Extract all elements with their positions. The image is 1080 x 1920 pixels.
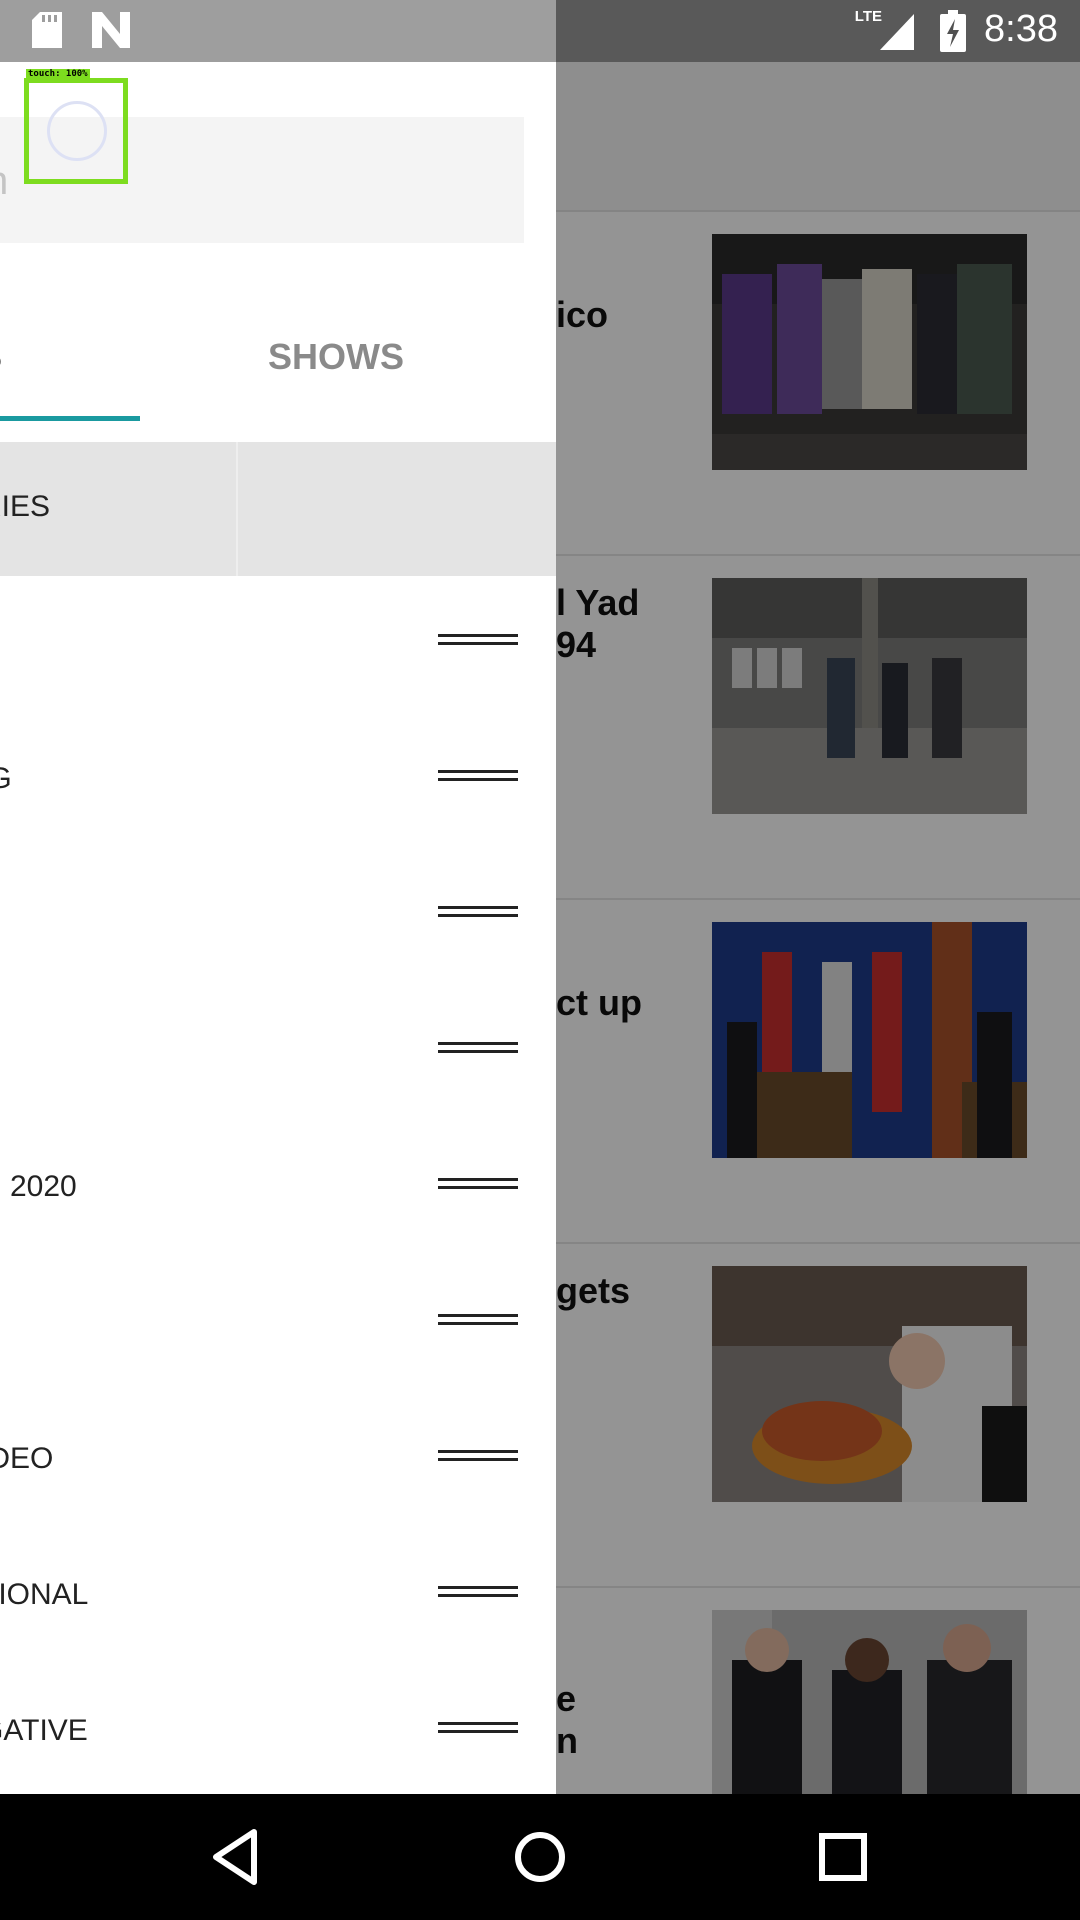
list-item[interactable]: N 2020 xyxy=(0,1120,556,1256)
section-header-label: RIES xyxy=(0,490,51,523)
back-icon[interactable] xyxy=(204,1824,270,1890)
touch-indicator xyxy=(24,78,128,184)
drag-handle-icon[interactable] xyxy=(438,1722,518,1736)
list-item[interactable] xyxy=(0,576,556,712)
system-nav-bar xyxy=(0,1794,1080,1920)
battery-charging-icon xyxy=(940,10,966,57)
drag-handle-icon[interactable] xyxy=(438,1178,518,1192)
status-bar-drawer-segment xyxy=(0,0,556,62)
signal-icon xyxy=(880,14,914,55)
network-type: LTE xyxy=(854,8,882,25)
drag-handle-icon[interactable] xyxy=(438,770,518,784)
status-bar: LTE 8:38 xyxy=(0,0,1080,62)
navigation-drawer: n NS SHOWS RIES IG N 2020 S xyxy=(0,62,556,1794)
n-logo-icon xyxy=(92,12,130,53)
drawer-tabs: NS SHOWS xyxy=(0,296,556,414)
drag-handle-icon[interactable] xyxy=(438,1314,518,1328)
drag-handle-icon[interactable] xyxy=(438,906,518,920)
tab-indicator xyxy=(0,416,140,421)
list-item[interactable]: IG xyxy=(0,712,556,848)
search-placeholder: n xyxy=(0,159,8,204)
section-header[interactable]: RIES xyxy=(0,442,556,576)
home-icon[interactable] xyxy=(507,1824,573,1890)
touch-point-icon xyxy=(47,101,107,161)
sd-card-icon xyxy=(32,12,62,53)
list-item-label: IG xyxy=(0,762,12,796)
recents-icon[interactable] xyxy=(810,1824,876,1890)
list-item-label: N 2020 xyxy=(0,1170,77,1203)
list-item[interactable]: IDEO xyxy=(0,1392,556,1528)
section-list: IG N 2020 S IDEO TIONAL GATIVE xyxy=(0,576,556,1794)
list-item-label: IDEO xyxy=(0,1442,54,1475)
list-item[interactable] xyxy=(0,984,556,1120)
divider xyxy=(236,442,238,576)
status-time: 8:38 xyxy=(984,8,1058,50)
drag-handle-icon[interactable] xyxy=(438,1586,518,1600)
list-item-label: GATIVE xyxy=(0,1714,88,1747)
tab-sections[interactable]: NS xyxy=(0,336,2,378)
tab-shows[interactable]: SHOWS xyxy=(268,336,404,378)
list-item[interactable]: GATIVE xyxy=(0,1664,556,1794)
list-item[interactable]: TIONAL xyxy=(0,1528,556,1664)
drag-handle-icon[interactable] xyxy=(438,1042,518,1056)
list-item-label: TIONAL xyxy=(0,1578,89,1611)
drag-handle-icon[interactable] xyxy=(438,1450,518,1464)
list-item[interactable] xyxy=(0,848,556,984)
list-item[interactable]: S xyxy=(0,1256,556,1392)
drag-handle-icon[interactable] xyxy=(438,634,518,648)
